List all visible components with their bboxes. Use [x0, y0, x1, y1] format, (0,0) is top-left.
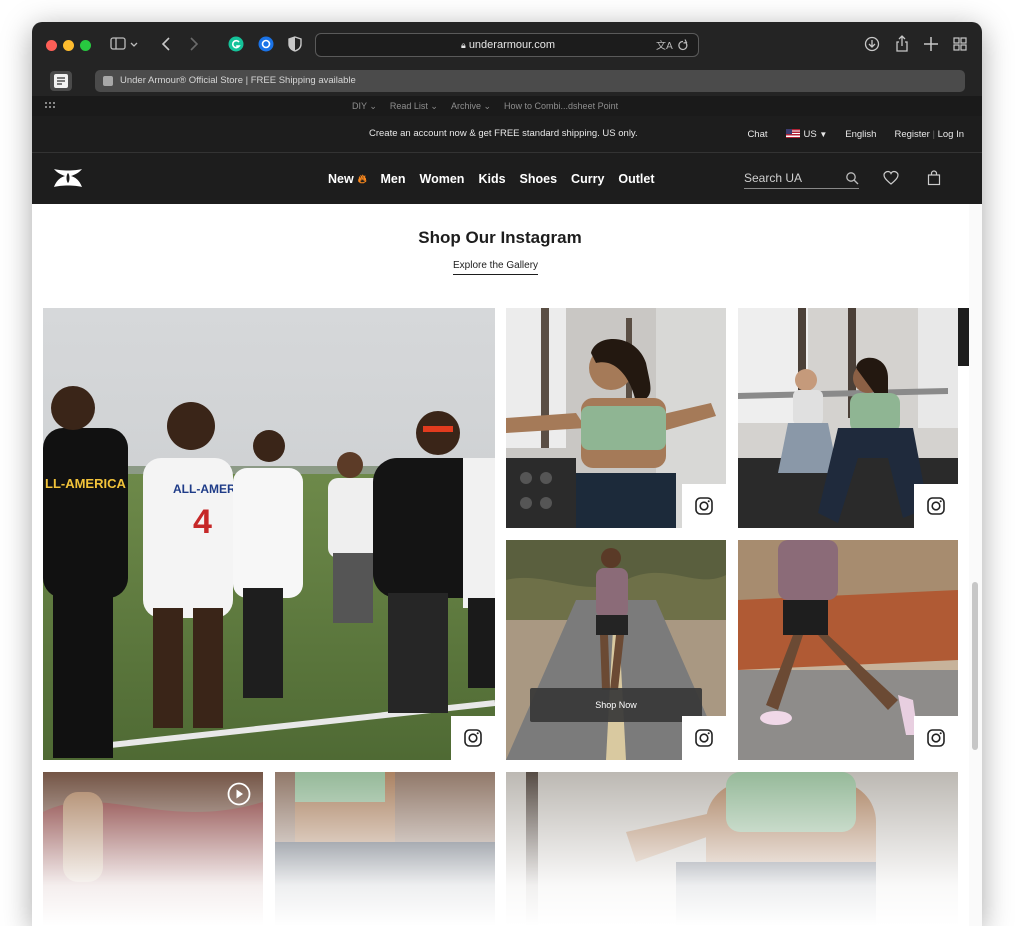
tab-favicon-icon — [103, 76, 113, 86]
nav-new-label: New — [328, 171, 354, 186]
gym-photo-3-image — [506, 772, 958, 926]
country-selector[interactable]: US ▼ — [785, 128, 828, 140]
bookmark-spreadsheet[interactable]: How to Combi...dsheet Point — [504, 96, 618, 116]
svg-text:文A: 文A — [656, 39, 673, 52]
instagram-icon — [927, 729, 945, 747]
instagram-badge — [914, 716, 958, 760]
instagram-icon — [695, 729, 713, 747]
reload-icon[interactable]: 文A — [656, 38, 690, 55]
scrollbar-thumb[interactable] — [972, 582, 978, 750]
register-link[interactable]: Register — [894, 129, 929, 140]
caret-down-icon: ▼ — [819, 129, 828, 139]
nav-women[interactable]: Women — [420, 172, 465, 186]
svg-text:LL-AMERICA: LL-AMERICA — [45, 476, 126, 491]
pinned-tab-icon — [54, 74, 68, 88]
pinned-tab[interactable] — [50, 71, 72, 91]
nav-curry[interactable]: Curry — [571, 172, 604, 186]
shop-now-button[interactable]: Shop Now — [530, 688, 702, 722]
promo-message[interactable]: Create an account now & get FREE standar… — [369, 116, 638, 152]
instagram-badge — [451, 716, 495, 760]
browser-toolbar: 🔒︎ underarmour.com 文A — [32, 22, 982, 68]
browser-window: 🔒︎ underarmour.com 文A Under Armour® Offi… — [32, 22, 982, 926]
instagram-icon — [695, 497, 713, 515]
section-title: Shop Our Instagram — [418, 228, 582, 247]
bookmark-archive[interactable]: Archive ⌄ — [451, 96, 491, 116]
nav-men[interactable]: Men — [381, 172, 406, 186]
nav-outlet[interactable]: Outlet — [618, 172, 654, 186]
svg-text:4: 4 — [193, 503, 212, 541]
instagram-photo-runner-road[interactable]: Shop Now — [506, 540, 726, 760]
flame-icon: 🔥︎ — [357, 171, 367, 186]
instagram-photo-team[interactable]: LL-AMERICA ALL-AMERICA 4 — [43, 308, 495, 760]
chat-link[interactable]: Chat — [747, 129, 767, 140]
instagram-badge — [682, 716, 726, 760]
minimize-window-button[interactable] — [63, 40, 74, 51]
search-icon[interactable] — [845, 171, 859, 185]
team-photo-image: LL-AMERICA ALL-AMERICA 4 — [43, 308, 495, 760]
nav-new[interactable]: New 🔥︎ — [328, 172, 367, 187]
instagram-icon — [927, 497, 945, 515]
play-icon[interactable] — [227, 782, 251, 806]
instagram-badge — [914, 484, 958, 528]
bag-icon[interactable] — [926, 170, 942, 186]
us-flag-icon — [785, 128, 800, 138]
password-extension-icon[interactable] — [257, 34, 275, 54]
bookmark-diy[interactable]: DIY ⌄ — [352, 96, 377, 116]
forward-icon[interactable] — [188, 34, 200, 54]
page-scrollbar[interactable] — [969, 204, 982, 926]
lock-icon: 🔒︎ — [460, 40, 466, 50]
url-text: 🔒︎ underarmour.com — [460, 39, 556, 51]
page-content: Shop Our Instagram Explore the Gallery F… — [32, 204, 982, 926]
instagram-icon — [464, 729, 482, 747]
nav-kids[interactable]: Kids — [478, 172, 505, 186]
main-nav: New 🔥︎ Men Women Kids Shoes Curry Outlet — [32, 152, 982, 204]
address-bar[interactable]: 🔒︎ underarmour.com 文A — [315, 33, 699, 57]
separator: | — [932, 128, 935, 140]
stretch-photo-image — [275, 772, 495, 926]
privacy-shield-icon[interactable] — [287, 34, 303, 54]
login-link[interactable]: Log In — [938, 129, 964, 140]
sidebar-toggle-icon[interactable] — [110, 34, 140, 54]
instagram-photo-sprinter[interactable] — [738, 540, 958, 760]
tab-title: Under Armour® Official Store | FREE Ship… — [120, 75, 356, 86]
share-icon[interactable] — [894, 34, 910, 54]
under-armour-logo[interactable] — [51, 167, 85, 189]
search-input[interactable] — [744, 169, 839, 187]
tab-bar: Under Armour® Official Store | FREE Ship… — [32, 68, 982, 96]
promo-bar: Create an account now & get FREE standar… — [32, 116, 982, 152]
nav-shoes[interactable]: Shoes — [520, 172, 558, 186]
instagram-photo-stretch[interactable] — [275, 772, 495, 926]
back-icon[interactable] — [160, 34, 172, 54]
heart-icon[interactable] — [883, 170, 899, 186]
downloads-icon[interactable] — [864, 34, 880, 54]
instagram-video-training[interactable] — [43, 772, 263, 926]
country-label: US — [803, 128, 817, 140]
active-tab[interactable]: Under Armour® Official Store | FREE Ship… — [95, 70, 965, 92]
instagram-photo-gym-2[interactable] — [738, 308, 958, 528]
zoom-window-button[interactable] — [80, 40, 91, 51]
explore-gallery-link[interactable]: Explore the Gallery — [453, 260, 539, 275]
instagram-badge — [682, 484, 726, 528]
search-box — [744, 169, 859, 189]
language-link[interactable]: English — [845, 129, 876, 140]
grammar-extension-icon[interactable] — [227, 34, 245, 54]
new-tab-icon[interactable] — [923, 34, 939, 54]
tab-overview-icon[interactable] — [952, 34, 968, 54]
bookmarks-grid-icon[interactable] — [44, 99, 56, 113]
close-window-button[interactable] — [46, 40, 57, 51]
bookmark-read-list[interactable]: Read List ⌄ — [390, 96, 438, 116]
instagram-photo-gym-3[interactable] — [506, 772, 958, 926]
bookmarks-bar: DIY ⌄ Read List ⌄ Archive ⌄ How to Combi… — [32, 96, 982, 116]
instagram-photo-gym-1[interactable] — [506, 308, 726, 528]
